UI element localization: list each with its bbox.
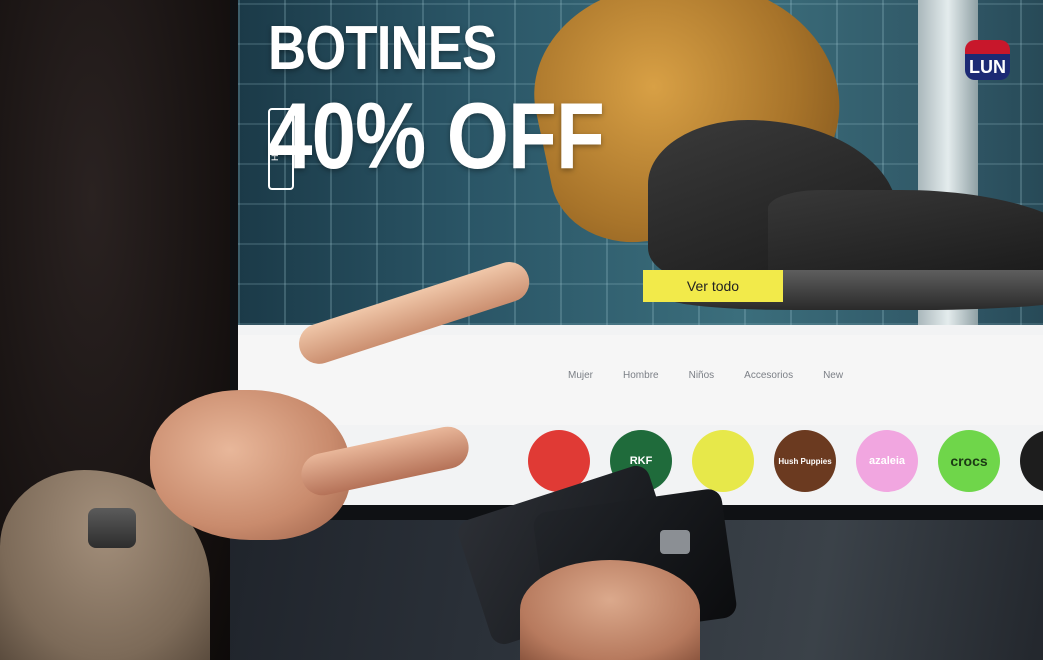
brand-mountain[interactable]: ▲ bbox=[1020, 430, 1043, 492]
hero-banner: BOTINES 40% OFF Hasta Ver todo C bbox=[238, 0, 1043, 325]
nav-item-mujer[interactable]: Mujer bbox=[568, 370, 593, 381]
nav-item-accesorios[interactable]: Accesorios bbox=[744, 370, 793, 381]
nav-item-ninos[interactable]: Niños bbox=[689, 370, 715, 381]
photo-frame: BOTINES 40% OFF Hasta Ver todo C Mujer H… bbox=[0, 0, 1043, 660]
nav-items: Mujer Hombre Niños Accesorios New bbox=[568, 370, 843, 381]
nav-item-hombre[interactable]: Hombre bbox=[623, 370, 659, 381]
brand-hush-puppies-label: Hush Puppies bbox=[778, 456, 832, 466]
headline-line-2: 40% OFF bbox=[268, 83, 605, 188]
vertical-badge: Hasta bbox=[268, 108, 294, 190]
brand-crocs[interactable]: crocs bbox=[938, 430, 1000, 492]
wrist-watch bbox=[88, 508, 136, 548]
hero-headline: BOTINES 40% OFF bbox=[268, 18, 663, 186]
nav-item-new[interactable]: New bbox=[823, 370, 843, 381]
brand-hush-puppies[interactable]: Hush Puppies bbox=[774, 430, 836, 492]
holding-hand bbox=[520, 560, 700, 660]
brand-azaleia-label: azaleia bbox=[868, 455, 906, 467]
brand-azaleia[interactable]: azaleia bbox=[856, 430, 918, 492]
card-chip bbox=[660, 530, 690, 554]
brand-crocs-label: crocs bbox=[950, 453, 988, 469]
lun-logo: LUN bbox=[965, 40, 1010, 80]
ver-todo-button[interactable]: Ver todo bbox=[643, 270, 783, 302]
headline-line-1: BOTINES bbox=[268, 14, 497, 83]
